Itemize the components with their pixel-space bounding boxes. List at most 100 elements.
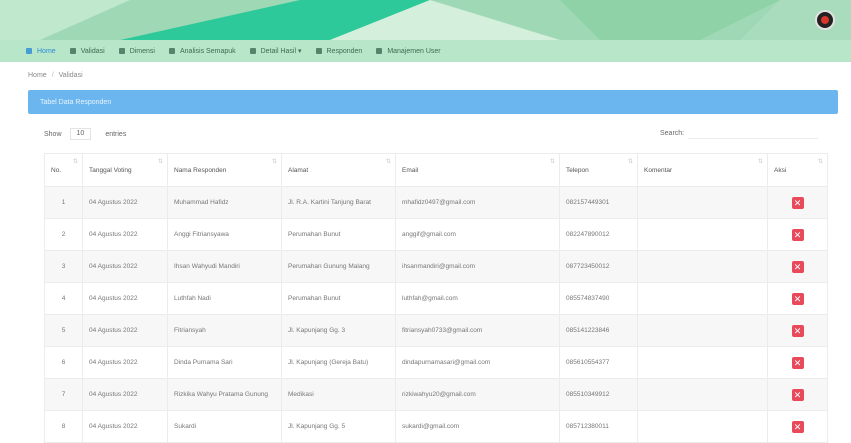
cell-tanggal: 04 Agustus 2022 [82, 378, 168, 411]
cell-alamat: Perumahan Bunut [281, 282, 396, 315]
cell-aksi: ✕ [767, 410, 828, 443]
cell-alamat: Jl. Kapunjang Gg. 5 [281, 410, 396, 443]
nav-item-detail-hasil[interactable]: Detail Hasil ▾ [249, 47, 302, 55]
nav-label: Manajemen User [387, 47, 441, 55]
cell-alamat: Perumahan Gunung Malang [281, 250, 396, 283]
caret-down-icon: ▾ [297, 48, 302, 55]
cell-tanggal: 04 Agustus 2022 [82, 282, 168, 315]
table-row: 4 04 Agustus 2022 Luthfah Nadi Perumahan… [44, 282, 828, 315]
cell-telepon: 085610554377 [559, 346, 638, 379]
cell-no: 1 [44, 186, 83, 219]
sort-icon: ⇅ [157, 159, 163, 165]
column-header-nama[interactable]: Nama Responden ⇅ [167, 153, 282, 187]
table-header-row: No. ⇅ Tanggal Voting ⇅ Nama Responden ⇅ Ala… [44, 153, 828, 187]
column-header-email[interactable]: Email ⇅ [395, 153, 560, 187]
cell-email: rizkiwahyu20@gmail.com [395, 378, 560, 411]
nav-label: Home [37, 47, 56, 55]
search-control: Search: [660, 128, 819, 139]
search-input[interactable] [688, 128, 819, 139]
breadcrumb-home[interactable]: Home [28, 72, 47, 79]
cell-nama: Muhammad Hafidz [167, 186, 282, 219]
delete-button[interactable]: ✕ [791, 196, 804, 209]
cell-email: dindapurnamasari@gmail.com [395, 346, 560, 379]
cell-alamat: Jl. Kapunjang (Gereja Batu) [281, 346, 396, 379]
search-label: Search: [660, 130, 685, 137]
cell-telepon: 082247890012 [559, 218, 638, 251]
cell-email: mhafidz0497@gmail.com [395, 186, 560, 219]
cell-aksi: ✕ [767, 218, 828, 251]
cell-tanggal: 04 Agustus 2022 [82, 314, 168, 347]
cell-nama: Luthfah Nadi [167, 282, 282, 315]
cell-alamat: Jl. Kapunjang Gg. 3 [281, 314, 396, 347]
cell-no: 4 [44, 282, 83, 315]
table-row: 8 04 Agustus 2022 Sukardi Jl. Kapunjang … [44, 410, 828, 443]
delete-button[interactable]: ✕ [791, 388, 804, 401]
banner-decoration [0, 0, 851, 40]
sort-icon: ⇅ [757, 159, 763, 165]
cell-tanggal: 04 Agustus 2022 [82, 410, 168, 443]
entries-select[interactable]: 10 [69, 128, 92, 140]
chart-icon [168, 48, 175, 54]
breadcrumb: Home / Validasi [28, 72, 83, 79]
user-avatar[interactable] [815, 10, 835, 30]
entries-control: Show 10 entries [44, 128, 126, 140]
delete-button[interactable]: ✕ [791, 324, 804, 337]
delete-button[interactable]: ✕ [791, 260, 804, 273]
grid-icon [118, 48, 125, 54]
cell-aksi: ✕ [767, 186, 828, 219]
cell-no: 3 [44, 250, 83, 283]
cell-no: 8 [44, 410, 83, 443]
column-header-telepon[interactable]: Telepon ⇅ [559, 153, 638, 187]
sort-icon: ⇅ [549, 159, 555, 165]
cell-telepon: 087723450012 [559, 250, 638, 283]
nav-label: Analisis Semapuk [179, 47, 236, 55]
cell-nama: Sukardi [167, 410, 282, 443]
cell-aksi: ✕ [767, 282, 828, 315]
panel-title: Tabel Data Responden [40, 98, 112, 106]
cell-email: luthfah@gmail.com [395, 282, 560, 315]
nav-item-analisis[interactable]: Analisis Semapuk [168, 47, 236, 55]
nav-item-dimensi[interactable]: Dimensi [118, 48, 155, 55]
cell-no: 5 [44, 314, 83, 347]
cell-no: 2 [44, 218, 83, 251]
cell-telepon: 085141223846 [559, 314, 638, 347]
cell-email: anggif@gmail.com [395, 218, 560, 251]
cell-nama: Rizkika Wahyu Pratama Gunung [167, 378, 282, 411]
breadcrumb-current: Validasi [58, 72, 83, 79]
delete-button[interactable]: ✕ [791, 228, 804, 241]
cell-email: fitriansyah0733@gmail.com [395, 314, 560, 347]
main-navbar: Home Validasi Dimensi Analisis Semapuk D… [0, 40, 851, 62]
nav-item-home[interactable]: Home [26, 48, 56, 55]
home-icon [26, 48, 32, 54]
users-icon [315, 48, 322, 54]
table-row: 1 04 Agustus 2022 Muhammad Hafidz Jl. R.… [44, 186, 828, 219]
column-header-no[interactable]: No. ⇅ [44, 153, 83, 187]
cell-telepon: 085712380011 [559, 410, 638, 443]
cell-tanggal: 04 Agustus 2022 [82, 186, 168, 219]
cell-telepon: 085574837490 [559, 282, 638, 315]
nav-item-responden[interactable]: Responden [315, 48, 362, 55]
column-header-tanggal[interactable]: Tanggal Voting ⇅ [82, 153, 168, 187]
cell-alamat: Perumahan Bunut [281, 218, 396, 251]
delete-button[interactable]: ✕ [791, 420, 804, 433]
cell-komentar [637, 250, 768, 283]
table-row: 3 04 Agustus 2022 Ihsan Wahyudi Mandiri … [44, 250, 828, 283]
column-header-komentar[interactable]: Komentar ⇅ [637, 153, 768, 187]
table-row: 2 04 Agustus 2022 Anggi Fitriansyawa Per… [44, 218, 828, 251]
column-header-aksi[interactable]: Aksi ⇅ [767, 153, 828, 187]
delete-button[interactable]: ✕ [791, 356, 804, 369]
cell-aksi: ✕ [767, 378, 828, 411]
cell-komentar [637, 314, 768, 347]
nav-label: Validasi [80, 47, 105, 55]
nav-item-manajemen-user[interactable]: Manajemen User [376, 47, 441, 55]
sort-icon: ⇅ [271, 159, 277, 165]
nav-item-validasi[interactable]: Validasi [69, 47, 105, 55]
cell-aksi: ✕ [767, 346, 828, 379]
delete-button[interactable]: ✕ [791, 292, 804, 305]
cell-tanggal: 04 Agustus 2022 [82, 250, 168, 283]
column-header-alamat[interactable]: Alamat ⇅ [281, 153, 396, 187]
cell-tanggal: 04 Agustus 2022 [82, 346, 168, 379]
cell-komentar [637, 378, 768, 411]
cell-komentar [637, 218, 768, 251]
cell-tanggal: 04 Agustus 2022 [82, 218, 168, 251]
